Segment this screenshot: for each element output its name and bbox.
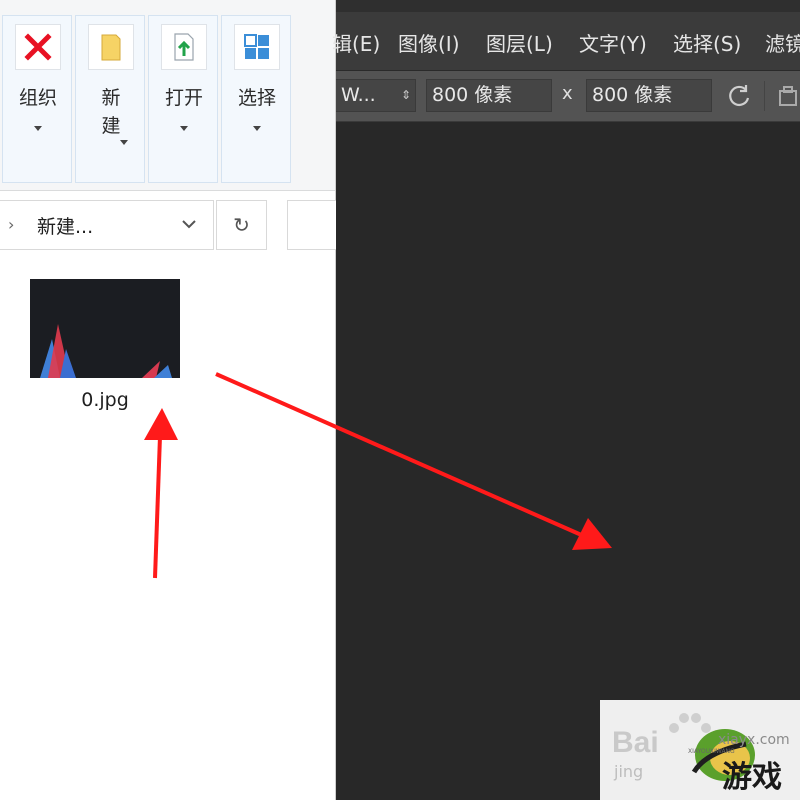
watermark-logo: Bai jing xiayx.com XIAYOUXIWANG 游戏: [600, 700, 800, 800]
menu-layer[interactable]: 图层(L): [486, 28, 553, 57]
search-input[interactable]: [287, 200, 337, 250]
watermark-left-text: Bai: [612, 726, 659, 759]
preset-value: W...: [341, 84, 376, 106]
title-bar: [336, 0, 800, 12]
chevron-right-icon[interactable]: ›: [8, 215, 14, 234]
file-explorer-window: 组织 新 建 打开 选择 › 新建... ↻ 0.jpg: [0, 0, 337, 800]
options-bar: W... ⇕ 800 像素 x 800 像素: [336, 71, 800, 122]
ribbon-toolbar: 组织 新 建 打开 选择: [0, 0, 335, 191]
file-thumbnail: [30, 279, 180, 378]
select-grid-icon: [234, 24, 280, 70]
workspace-canvas[interactable]: [336, 122, 800, 800]
refresh-icon: ↻: [233, 213, 250, 237]
watermark-left-sub: jing: [614, 762, 644, 781]
chevron-down-icon: [34, 126, 42, 131]
chevron-down-icon[interactable]: [180, 217, 198, 231]
address-bar[interactable]: › 新建...: [0, 200, 214, 250]
new-label: 新 建: [101, 87, 121, 137]
menu-type[interactable]: 文字(Y): [579, 28, 647, 57]
clear-icon[interactable]: [776, 83, 800, 109]
menu-image[interactable]: 图像(I): [398, 28, 460, 57]
watermark-brand: 游戏: [722, 760, 782, 795]
organize-button[interactable]: 组织: [2, 15, 72, 183]
watermark-domain: xiayx.com: [718, 732, 790, 748]
refresh-button[interactable]: ↻: [216, 200, 267, 250]
height-value: 800 像素: [592, 84, 673, 106]
open-label: 打开: [164, 87, 203, 109]
width-input[interactable]: 800 像素: [426, 79, 552, 112]
organize-label: 组织: [18, 87, 57, 109]
menu-edit[interactable]: 辑(E): [332, 28, 380, 57]
chevron-down-icon: [180, 126, 188, 131]
image-editor-window: 辑(E) 图像(I) 图层(L) 文字(Y) 选择(S) 滤镜 W... ⇕ 8…: [332, 0, 800, 800]
options-divider: [764, 81, 765, 111]
chevron-down-icon: [253, 126, 261, 131]
select-label: 选择: [237, 87, 276, 109]
menu-select[interactable]: 选择(S): [673, 28, 741, 57]
preset-select[interactable]: W... ⇕: [336, 79, 416, 112]
width-value: 800 像素: [432, 84, 513, 106]
height-input[interactable]: 800 像素: [586, 79, 712, 112]
new-button[interactable]: 新 建: [75, 15, 145, 183]
dimension-separator: x: [562, 83, 573, 104]
swap-rotate-icon[interactable]: [726, 83, 752, 109]
file-name: 0.jpg: [81, 389, 129, 411]
updown-icon: ⇕: [400, 88, 411, 102]
menu-filter[interactable]: 滤镜: [765, 28, 800, 57]
file-item[interactable]: 0.jpg: [30, 279, 180, 414]
select-button[interactable]: 选择: [221, 15, 291, 183]
delete-x-icon: [15, 24, 61, 70]
chevron-down-icon: [120, 140, 128, 145]
open-button[interactable]: 打开: [148, 15, 218, 183]
new-folder-icon: [88, 24, 134, 70]
menu-bar: 辑(E) 图像(I) 图层(L) 文字(Y) 选择(S) 滤镜: [332, 12, 800, 71]
address-path: 新建...: [37, 216, 94, 238]
open-file-icon: [161, 24, 207, 70]
